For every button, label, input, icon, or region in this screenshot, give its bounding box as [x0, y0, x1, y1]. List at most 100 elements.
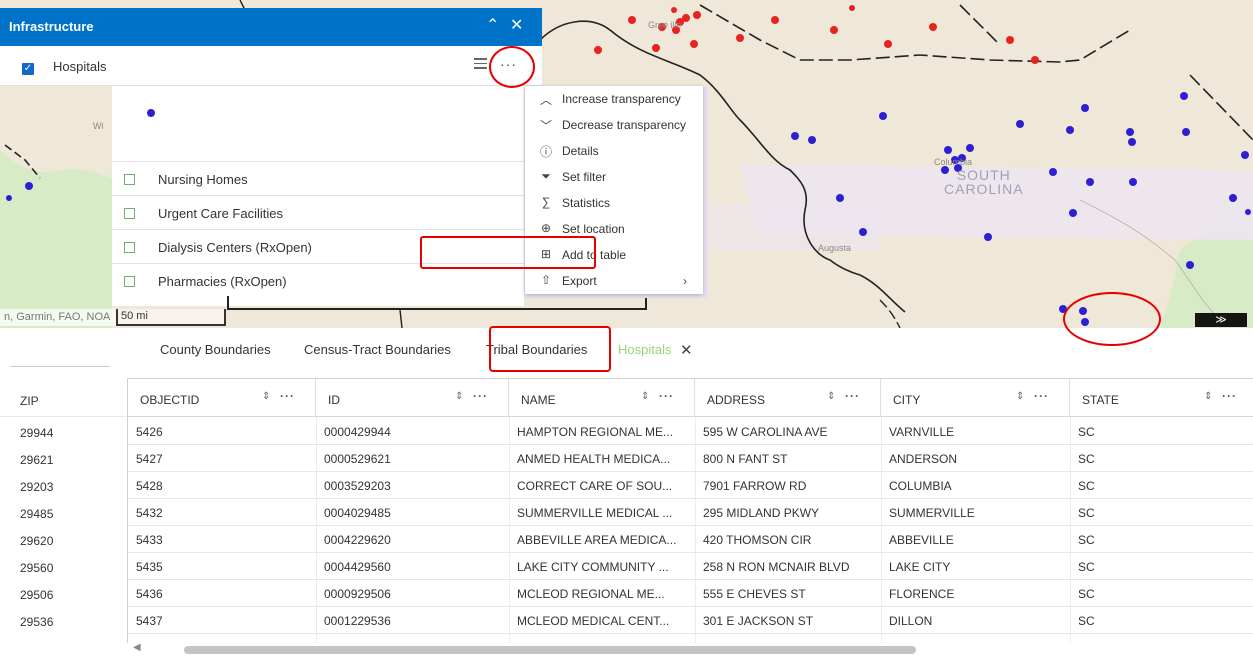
table-cell: SC — [1078, 560, 1095, 574]
table-cell: COLUMBIA — [889, 479, 952, 493]
table-row[interactable]: 5427 0000529621 ANMED HEALTH MEDICA... 800 … — [128, 444, 1253, 471]
table-row[interactable]: 5426 0000429944 HAMPTON REGIONAL ME... 595 … — [128, 417, 1253, 444]
zip-column-header: ZIP — [20, 394, 39, 408]
menu-item-details[interactable]: ⓘ Details — [525, 138, 703, 164]
table-cell: 5436 — [136, 587, 163, 601]
sort-icon[interactable]: ⇕ — [262, 391, 270, 402]
app-root: Wi Gree ille Columbia Augusta SOUTH CARO… — [0, 0, 1253, 660]
column-more-icon[interactable]: ··· — [845, 389, 860, 403]
collapse-map-button[interactable]: ≫ — [1195, 313, 1247, 327]
column-header-id[interactable]: ID ⇕ ··· — [316, 379, 509, 417]
column-header-objectid[interactable]: OBJECTID ⇕ ··· — [128, 379, 316, 417]
table-cell: SC — [1078, 425, 1095, 439]
chevron-down-icon: ﹀ — [539, 119, 552, 133]
table-row[interactable]: 5435 0004429560 LAKE CITY COMMUNITY ... 258… — [128, 552, 1253, 579]
column-title: ID — [328, 393, 340, 407]
column-more-icon[interactable]: ··· — [659, 389, 674, 403]
tab-hospitals[interactable]: Hospitals — [618, 342, 671, 357]
sublayer-checkbox[interactable] — [124, 242, 135, 253]
column-more-icon[interactable]: ··· — [473, 389, 488, 403]
table-cell: 0004229620 — [324, 533, 391, 547]
table-cell: SC — [1078, 614, 1095, 628]
layer-label-hospitals: Hospitals — [53, 59, 107, 74]
tab-county-boundaries[interactable]: County Boundaries — [160, 342, 271, 357]
sort-icon[interactable]: ⇕ — [455, 391, 463, 402]
close-tab-icon[interactable]: ✕ — [680, 341, 693, 359]
menu-item-increase-transparency[interactable]: ︿ Increase transparency — [525, 86, 703, 112]
column-header-state[interactable]: STATE ⇕ ··· — [1070, 379, 1253, 417]
table-cell: ABBEVILLE — [889, 533, 954, 547]
table-cell: SC — [1078, 533, 1095, 547]
table-cell: 5428 — [136, 479, 163, 493]
sublayer-list: Nursing Homes Urgent Care Facilities Dia… — [112, 161, 524, 298]
column-more-icon[interactable]: ··· — [280, 389, 295, 403]
table-cell: 5427 — [136, 452, 163, 466]
list-icon[interactable] — [474, 58, 487, 70]
table-cell: 5432 — [136, 506, 163, 520]
sublayer-row[interactable]: Nursing Homes — [112, 161, 524, 195]
scroll-left-icon[interactable]: ◀ — [133, 642, 141, 653]
sublayer-row[interactable]: Urgent Care Facilities — [112, 195, 524, 229]
table-row[interactable]: 5436 0000929506 MCLEOD REGIONAL ME... 555 E… — [128, 579, 1253, 606]
export-icon: ⇧ — [540, 273, 552, 287]
layer-row-hospitals[interactable]: ✓ Hospitals ··· — [0, 46, 542, 86]
table-cell: SC — [1078, 506, 1095, 520]
table-cell: 5426 — [136, 425, 163, 439]
location-icon: ⊕ — [540, 221, 552, 235]
menu-item-set-filter[interactable]: ⏷ Set filter — [525, 164, 703, 190]
horizontal-scrollbar[interactable]: ◀ — [127, 642, 1253, 656]
hospitals-checkbox[interactable]: ✓ — [22, 63, 34, 75]
table-cell: 258 N RON MCNAIR BLVD — [703, 560, 850, 574]
table-cell: 5435 — [136, 560, 163, 574]
sort-icon[interactable]: ⇕ — [1204, 391, 1212, 402]
column-header-city[interactable]: CITY ⇕ ··· — [881, 379, 1070, 417]
menu-item-label: Set filter — [562, 170, 607, 184]
sublayer-checkbox[interactable] — [124, 208, 135, 219]
table-row[interactable]: 5433 0004229620 ABBEVILLE AREA MEDICA... 42… — [128, 525, 1253, 552]
menu-item-export[interactable]: ⇧ Export › — [525, 268, 703, 294]
table-row[interactable]: 5432 0004029485 SUMMERVILLE MEDICAL ... 295… — [128, 498, 1253, 525]
panel-bottom-frame — [227, 296, 647, 310]
menu-item-label: Details — [562, 144, 599, 158]
panel-title: Infrastructure — [9, 19, 94, 34]
scroll-thumb[interactable] — [184, 646, 916, 654]
table-cell: 595 W CAROLINA AVE — [703, 425, 828, 439]
column-header-address[interactable]: ADDRESS ⇕ ··· — [695, 379, 881, 417]
menu-item-statistics[interactable]: ∑ Statistics — [525, 190, 703, 216]
sublayer-checkbox[interactable] — [124, 276, 135, 287]
tab-census-tract-boundaries[interactable]: Census-Tract Boundaries — [304, 342, 451, 357]
table-cell: 800 N FANT ST — [703, 452, 788, 466]
map-place-augusta: Augusta — [818, 243, 852, 253]
column-title: ADDRESS — [707, 393, 766, 407]
table-cell: 0003529203 — [324, 479, 391, 493]
sort-icon[interactable]: ⇕ — [827, 391, 835, 402]
table-cell: SC — [1078, 479, 1095, 493]
sort-icon[interactable]: ⇕ — [641, 391, 649, 402]
column-more-icon[interactable]: ··· — [1034, 389, 1049, 403]
sort-icon[interactable]: ⇕ — [1016, 391, 1024, 402]
table-cell: 5433 — [136, 533, 163, 547]
double-chevron-up-icon[interactable]: ⌃ — [486, 16, 499, 36]
table-cell: ABBEVILLE AREA MEDICA... — [517, 533, 677, 547]
sublayer-label: Urgent Care Facilities — [158, 206, 283, 221]
column-more-icon[interactable]: ··· — [1222, 389, 1237, 403]
column-title: STATE — [1082, 393, 1119, 407]
zip-cell: 29506 — [20, 588, 54, 602]
tabs-divider — [10, 366, 110, 367]
filter-icon: ⏷ — [541, 169, 551, 183]
table-tabs: County Boundaries Census-Tract Boundarie… — [0, 328, 1253, 372]
attribute-table[interactable]: OBJECTID ⇕ ··· ID ⇕ ··· NAME ⇕ ··· ADDRE… — [127, 378, 1253, 643]
table-cell: 0004429560 — [324, 560, 391, 574]
menu-item-decrease-transparency[interactable]: ﹀ Decrease transparency — [525, 112, 703, 138]
table-row[interactable]: 5437 0001229536 MCLEOD MEDICAL CENT... 301 … — [128, 606, 1253, 633]
table-cell: 0004029485 — [324, 506, 391, 520]
table-row[interactable]: 5428 0003529203 CORRECT CARE OF SOU... 7901… — [128, 471, 1253, 498]
sublayer-checkbox[interactable] — [124, 174, 135, 185]
close-icon[interactable]: ✕ — [510, 16, 523, 36]
column-header-name[interactable]: NAME ⇕ ··· — [509, 379, 695, 417]
sublayer-label: Pharmacies (RxOpen) — [158, 274, 287, 289]
hospital-legend-symbol — [147, 109, 155, 117]
menu-item-label: Increase transparency — [562, 92, 681, 106]
annotation-circle-more-button — [489, 46, 535, 88]
table-cell: MCLEOD REGIONAL ME... — [517, 587, 665, 601]
